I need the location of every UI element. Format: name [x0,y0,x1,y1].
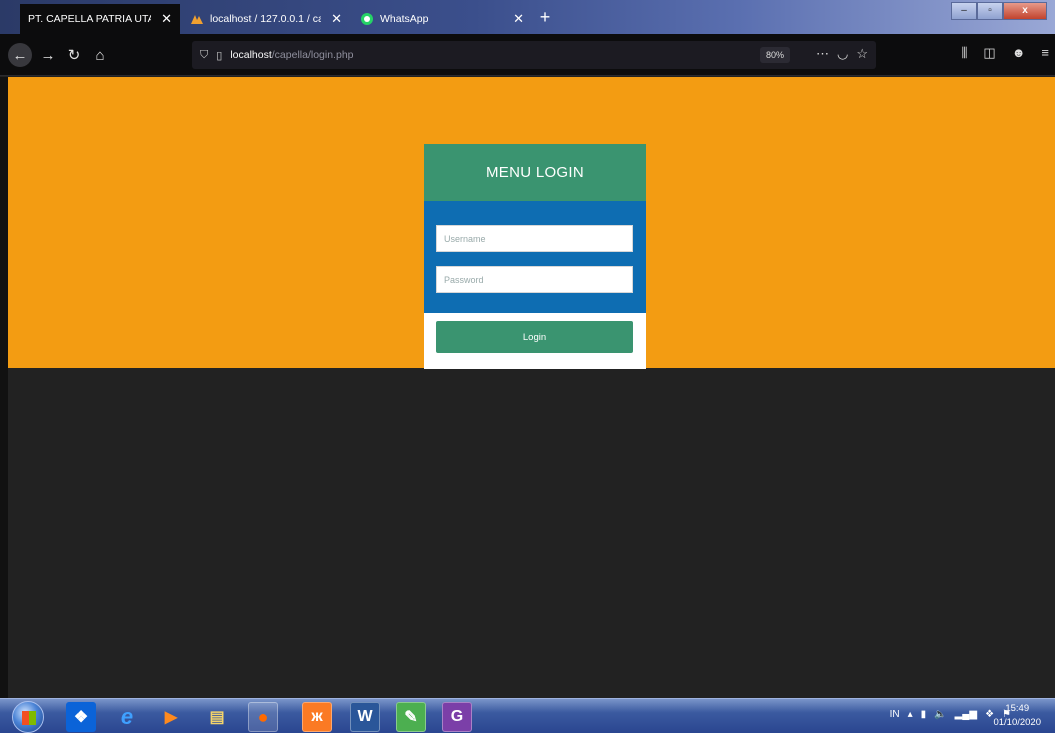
pocket-icon[interactable]: ◡ [837,46,848,62]
password-input[interactable] [436,266,633,293]
login-footer: Login [424,313,646,353]
browser-tab-strip: PT. CAPELLA PATRIA UTAMA ✕ localhost / 1… [0,0,1055,34]
xampp-icon[interactable]: ж [302,702,332,732]
new-tab-button[interactable]: + [534,6,556,28]
show-hidden-icons-icon[interactable]: ▴ [908,709,913,720]
reload-button[interactable]: ↻ [62,43,86,67]
bookmark-star-icon[interactable]: ☆ [856,46,868,62]
minimize-button[interactable]: – [951,2,977,20]
tab-capella[interactable]: PT. CAPELLA PATRIA UTAMA ✕ [20,4,180,34]
close-window-button[interactable]: x [1003,2,1047,20]
close-icon[interactable]: ✕ [331,11,342,27]
back-button[interactable]: ← [8,43,32,67]
language-indicator[interactable]: IN [890,709,900,720]
shield-icon[interactable]: ⛉ [200,49,208,62]
file-explorer-icon[interactable]: ▤ [202,702,232,732]
close-icon[interactable]: ✕ [161,11,172,27]
menu-icon[interactable]: ≡ [1041,45,1049,61]
network-icon[interactable]: ▂▄▆ [955,709,977,720]
url-bar[interactable]: ⛉ ▯ localhost/capella/login.php 80% ⋯ ◡ … [192,41,876,69]
url-path: /capella/login.php [271,49,354,61]
zoom-level[interactable]: 80% [759,47,790,63]
tab-title: WhatsApp [380,13,429,25]
clock-time: 15:49 [1005,703,1030,714]
media-player-icon[interactable]: ▶ [156,702,186,732]
clock-date: 01/10/2020 [993,717,1041,728]
username-input[interactable] [436,225,633,252]
browser-navbar: ← → ↻ ⌂ ⛉ ▯ localhost/capella/login.php … [0,34,1055,76]
battery-icon[interactable]: ▮ [921,709,927,720]
firefox-icon[interactable]: ● [248,702,278,732]
forward-button[interactable]: → [36,43,60,67]
login-panel: MENU LOGIN Login [424,144,646,369]
login-form [424,201,646,313]
internet-explorer-icon[interactable]: e [112,702,142,732]
url-host: localhost [230,49,272,61]
clock[interactable]: 15:49 01/10/2020 [993,702,1041,730]
page-body [8,368,1055,698]
window-controls: – ▫ x [951,2,1047,20]
pdf-app-icon[interactable]: G [442,702,472,732]
home-button[interactable]: ⌂ [88,43,112,67]
notepad-icon[interactable]: ✎ [396,702,426,732]
word-icon[interactable]: W [350,702,380,732]
login-button[interactable]: Login [436,321,633,353]
windows-logo-icon [22,711,36,725]
whatsapp-icon [360,12,374,26]
close-icon[interactable]: ✕ [513,11,524,27]
tab-phpmyadmin[interactable]: localhost / 127.0.0.1 / capella / ✕ [182,4,350,34]
tab-title: localhost / 127.0.0.1 / capella / [210,13,322,25]
account-icon[interactable]: ☻ [1012,45,1026,61]
windows-taskbar: ❖ e ▶ ▤ ● ж W ✎ G IN ▴ ▮ 🔈 ▂▄▆ ❖ ⚑ 15:49… [0,698,1055,733]
page-icon: ▯ [216,49,223,62]
start-button[interactable] [12,701,44,733]
maximize-button[interactable]: ▫ [977,2,1003,20]
tab-whatsapp[interactable]: WhatsApp ✕ [352,4,532,34]
page-left-edge [0,77,8,698]
tab-title: PT. CAPELLA PATRIA UTAMA [28,13,151,25]
dropbox-icon[interactable]: ❖ [66,702,96,732]
library-icon[interactable]: ⫼ [961,45,967,61]
more-actions-icon[interactable]: ⋯ [816,46,829,62]
login-title: MENU LOGIN [424,144,646,201]
sidebar-icon[interactable]: ◫ [983,45,995,61]
phpmyadmin-icon [190,12,204,26]
volume-icon[interactable]: 🔈 [934,709,946,720]
